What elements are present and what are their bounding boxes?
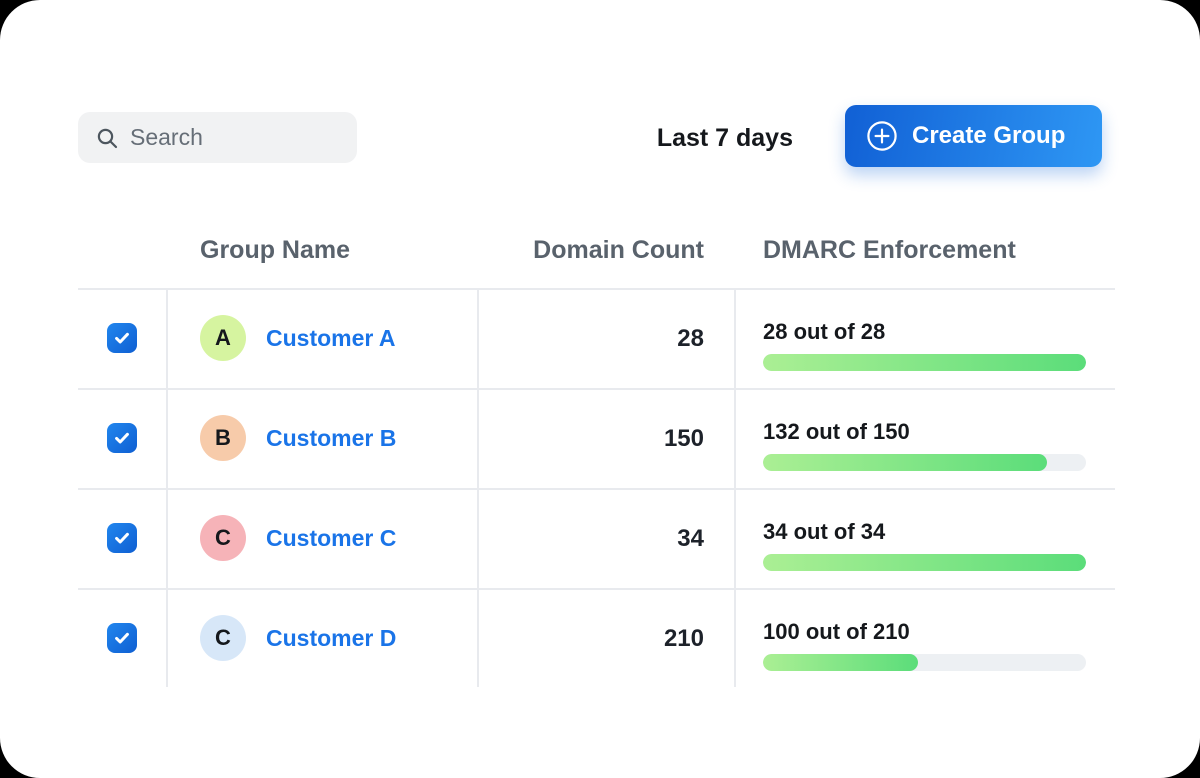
domain-count-value: 28	[398, 289, 704, 388]
table-row: A Customer A 28 28 out of 28	[78, 289, 1115, 388]
avatar-letter: C	[215, 525, 231, 551]
column-header-domain-count: Domain Count	[478, 236, 704, 265]
dmarc-label: 28 out of 28	[763, 319, 1086, 345]
check-icon	[112, 428, 132, 448]
progress-bar	[763, 654, 1086, 671]
dmarc-label: 132 out of 150	[763, 419, 1086, 445]
row-checkbox[interactable]	[107, 323, 137, 353]
column-header-group-name: Group Name	[200, 236, 350, 265]
dmarc-label: 100 out of 210	[763, 619, 1086, 645]
groups-panel: Search Last 7 days Create Group Group Na…	[0, 0, 1200, 778]
progress-bar	[763, 554, 1086, 571]
dmarc-label: 34 out of 34	[763, 519, 1086, 545]
create-group-button[interactable]: Create Group	[845, 105, 1102, 167]
plus-icon	[866, 120, 898, 152]
progress-bar-fill	[763, 654, 918, 671]
check-icon	[112, 628, 132, 648]
row-checkbox[interactable]	[107, 623, 137, 653]
progress-bar-fill	[763, 554, 1086, 571]
check-icon	[112, 328, 132, 348]
avatar: A	[200, 315, 246, 361]
domain-count-value: 150	[398, 389, 704, 488]
group-name-link[interactable]: Customer C	[266, 489, 396, 588]
avatar: B	[200, 415, 246, 461]
search-input[interactable]: Search	[78, 112, 357, 163]
avatar-letter: C	[215, 625, 231, 651]
progress-bar	[763, 454, 1086, 471]
row-checkbox[interactable]	[107, 523, 137, 553]
search-icon	[95, 126, 119, 150]
group-name-link[interactable]: Customer B	[266, 389, 396, 488]
table-row: C Customer C 34 34 out of 34	[78, 489, 1115, 588]
domain-count-value: 34	[398, 489, 704, 588]
dmarc-cell: 132 out of 150	[763, 419, 1086, 471]
dmarc-cell: 28 out of 28	[763, 319, 1086, 371]
avatar: C	[200, 615, 246, 661]
date-range-label[interactable]: Last 7 days	[600, 124, 793, 153]
row-checkbox[interactable]	[107, 423, 137, 453]
progress-bar-fill	[763, 354, 1086, 371]
table-row: B Customer B 150 132 out of 150	[78, 389, 1115, 488]
search-placeholder: Search	[130, 124, 203, 151]
avatar-letter: B	[215, 425, 231, 451]
group-name-link[interactable]: Customer D	[266, 589, 396, 688]
avatar: C	[200, 515, 246, 561]
dmarc-cell: 34 out of 34	[763, 519, 1086, 571]
progress-bar	[763, 354, 1086, 371]
check-icon	[112, 528, 132, 548]
table-row: C Customer D 210 100 out of 210	[78, 589, 1115, 688]
column-header-dmarc-enforcement: DMARC Enforcement	[763, 236, 1016, 265]
group-name-link[interactable]: Customer A	[266, 289, 396, 388]
dmarc-cell: 100 out of 210	[763, 619, 1086, 671]
avatar-letter: A	[215, 325, 231, 351]
create-group-label: Create Group	[912, 122, 1065, 150]
domain-count-value: 210	[398, 589, 704, 688]
progress-bar-fill	[763, 454, 1047, 471]
